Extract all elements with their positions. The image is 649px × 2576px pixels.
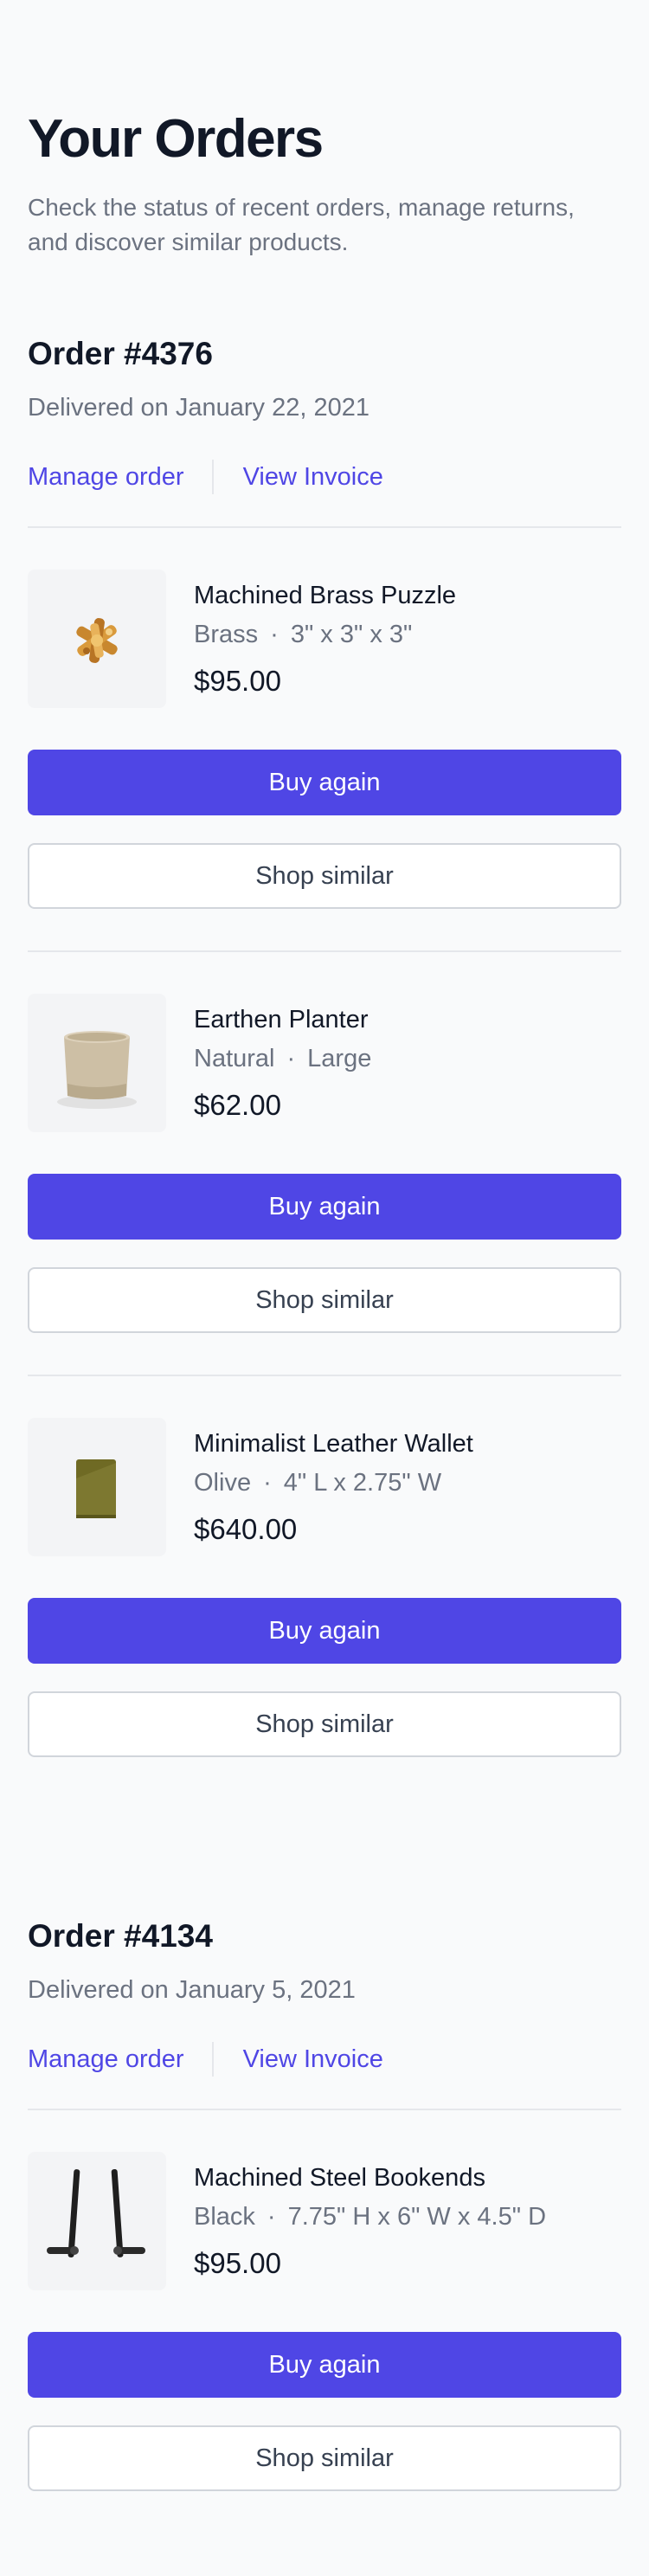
order-delivery-date: Delivered on January 22, 2021 [28, 394, 369, 422]
meta-dot: · [286, 1045, 296, 1072]
orders-page: Your Orders Check the status of recent o… [0, 0, 649, 2533]
view-invoice-link[interactable]: View Invoice [243, 463, 383, 492]
link-divider [211, 2042, 214, 2077]
order-4376: Order #4376 Delivered on January 22, 202… [28, 338, 621, 1799]
product-meta: Natural · Large [194, 1045, 371, 1073]
product-price: $640.00 [194, 1513, 298, 1545]
bookends-image [47, 2169, 145, 2257]
product-info: Machined Steel Bookends Black · 7.75" H x … [194, 2152, 546, 2280]
product-size: 4" L x 2.75" W [283, 1469, 442, 1497]
meta-dot: · [270, 621, 279, 648]
page-subtitle: Check the status of recent orders, manag… [28, 194, 575, 255]
order-item: Minimalist Leather Wallet Olive · 4" L x 2… [28, 1376, 621, 1799]
shop-similar-button[interactable]: Shop similar [28, 1691, 621, 1757]
product-variant: Olive [194, 1469, 252, 1497]
page-title: Your Orders [28, 109, 324, 169]
product-thumbnail[interactable] [28, 994, 166, 1132]
product-size: Large [307, 1045, 372, 1072]
order-item: Earthen Planter Natural · Large $62.00 Buy… [28, 952, 621, 1376]
order-number: Order #4134 [28, 1918, 213, 1954]
page-header: Your Orders Check the status of recent o… [28, 0, 621, 260]
product-info: Machined Brass Puzzle Brass · 3" x 3" x 3"… [194, 570, 456, 698]
brass-puzzle-image [76, 618, 118, 663]
order-item: Machined Brass Puzzle Brass · 3" x 3" x 3"… [28, 528, 621, 952]
product-variant: Brass [194, 621, 259, 648]
buy-again-button[interactable]: Buy again [28, 1174, 621, 1240]
order-number: Order #4376 [28, 336, 213, 371]
order-actions: Manage order View Invoice [28, 457, 621, 497]
wallet-image [76, 1459, 116, 1518]
product-name[interactable]: Minimalist Leather Wallet [194, 1430, 473, 1459]
shop-similar-button[interactable]: Shop similar [28, 1267, 621, 1333]
product-variant: Natural [194, 1045, 275, 1072]
product-meta: Black · 7.75" H x 6" W x 4.5" D [194, 2203, 546, 2231]
shop-similar-button[interactable]: Shop similar [28, 2425, 621, 2491]
order-delivery-date: Delivered on January 5, 2021 [28, 1976, 356, 2004]
product-meta: Olive · 4" L x 2.75" W [194, 1469, 473, 1497]
product-meta: Brass · 3" x 3" x 3" [194, 621, 456, 649]
product-price: $95.00 [194, 665, 281, 697]
product-thumbnail[interactable] [28, 1418, 166, 1556]
meta-dot: · [267, 2203, 276, 2231]
product-name[interactable]: Machined Steel Bookends [194, 2164, 546, 2193]
planter-image [57, 1031, 137, 1109]
product-size: 3" x 3" x 3" [290, 621, 413, 648]
shop-similar-button[interactable]: Shop similar [28, 843, 621, 909]
product-variant: Black [194, 2203, 255, 2231]
product-thumbnail[interactable] [28, 570, 166, 708]
product-price: $95.00 [194, 2247, 281, 2279]
manage-order-link[interactable]: Manage order [28, 2045, 184, 2074]
product-info: Minimalist Leather Wallet Olive · 4" L x 2… [194, 1418, 473, 1546]
product-info: Earthen Planter Natural · Large $62.00 [194, 994, 371, 1122]
link-divider [211, 460, 214, 494]
product-price: $62.00 [194, 1089, 281, 1121]
buy-again-button[interactable]: Buy again [28, 750, 621, 815]
order-item: Machined Steel Bookends Black · 7.75" H x … [28, 2110, 621, 2533]
product-thumbnail[interactable] [28, 2152, 166, 2290]
order-actions: Manage order View Invoice [28, 2039, 621, 2079]
view-invoice-link[interactable]: View Invoice [243, 2045, 383, 2074]
buy-again-button[interactable]: Buy again [28, 1598, 621, 1664]
product-size: 7.75" H x 6" W x 4.5" D [287, 2203, 547, 2231]
product-name[interactable]: Earthen Planter [194, 1006, 371, 1034]
meta-dot: · [263, 1469, 272, 1497]
manage-order-link[interactable]: Manage order [28, 463, 184, 492]
order-4134: Order #4134 Delivered on January 5, 2021… [28, 1920, 621, 2533]
buy-again-button[interactable]: Buy again [28, 2332, 621, 2398]
product-name[interactable]: Machined Brass Puzzle [194, 582, 456, 610]
